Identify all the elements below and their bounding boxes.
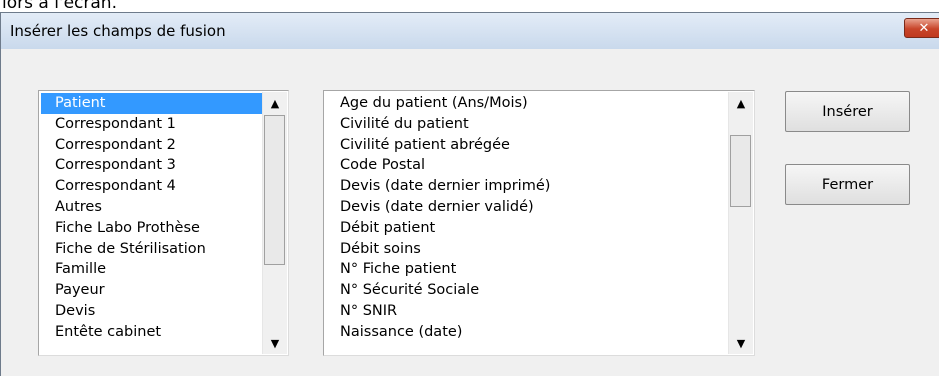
category-item[interactable]: Fiche de Stérilisation: [41, 239, 262, 260]
field-item[interactable]: N° SNIR: [326, 301, 728, 322]
insert-button[interactable]: Insérer: [785, 91, 910, 132]
category-scroll-thumb[interactable]: [264, 115, 285, 265]
scroll-up-arrow-icon[interactable]: ▲: [729, 92, 753, 114]
category-item[interactable]: Fiche Labo Prothèse: [41, 218, 262, 239]
field-item[interactable]: Civilité patient abrégée: [326, 135, 728, 156]
category-item[interactable]: Entête cabinet: [41, 322, 262, 343]
field-item[interactable]: Débit soins: [326, 239, 728, 260]
merge-fields-dialog: Insérer les champs de fusion ✕ Patient C…: [0, 12, 939, 376]
category-item[interactable]: Correspondant 3: [41, 155, 262, 176]
field-item[interactable]: Devis (date dernier imprimé): [326, 176, 728, 197]
scroll-down-arrow-icon[interactable]: ▼: [729, 332, 753, 354]
field-scroll-thumb[interactable]: [730, 135, 751, 207]
field-item[interactable]: Code Postal: [326, 155, 728, 176]
field-item[interactable]: N° Sécurité Sociale: [326, 280, 728, 301]
category-item[interactable]: Famille: [41, 259, 262, 280]
category-list: Patient Correspondant 1 Correspondant 2 …: [41, 93, 262, 343]
field-item[interactable]: Débit patient: [326, 218, 728, 239]
category-item[interactable]: Autres: [41, 197, 262, 218]
title-bar: Insérer les champs de fusion: [1, 13, 939, 49]
category-item[interactable]: Correspondant 2: [41, 135, 262, 156]
category-item[interactable]: Payeur: [41, 280, 262, 301]
field-listbox[interactable]: Age du patient (Ans/Mois) Civilité du pa…: [323, 90, 755, 356]
field-item[interactable]: Naissance (date): [326, 322, 728, 343]
close-button[interactable]: Fermer: [785, 164, 910, 205]
category-item[interactable]: Correspondant 1: [41, 114, 262, 135]
category-item[interactable]: Patient: [41, 93, 262, 114]
category-item[interactable]: Devis: [41, 301, 262, 322]
field-item[interactable]: N° Fiche patient: [326, 259, 728, 280]
field-list: Age du patient (Ans/Mois) Civilité du pa…: [326, 93, 728, 343]
category-scrollbar[interactable]: ▲ ▼: [262, 92, 287, 354]
scroll-up-arrow-icon[interactable]: ▲: [263, 92, 287, 114]
field-item[interactable]: Civilité du patient: [326, 114, 728, 135]
field-item[interactable]: Age du patient (Ans/Mois): [326, 93, 728, 114]
close-window-button[interactable]: ✕: [904, 18, 939, 38]
field-item[interactable]: Devis (date dernier validé): [326, 197, 728, 218]
scroll-down-arrow-icon[interactable]: ▼: [263, 332, 287, 354]
category-item[interactable]: Correspondant 4: [41, 176, 262, 197]
field-scrollbar[interactable]: ▲ ▼: [728, 92, 753, 354]
category-listbox[interactable]: Patient Correspondant 1 Correspondant 2 …: [38, 90, 289, 356]
dialog-title: Insérer les champs de fusion: [10, 22, 226, 40]
